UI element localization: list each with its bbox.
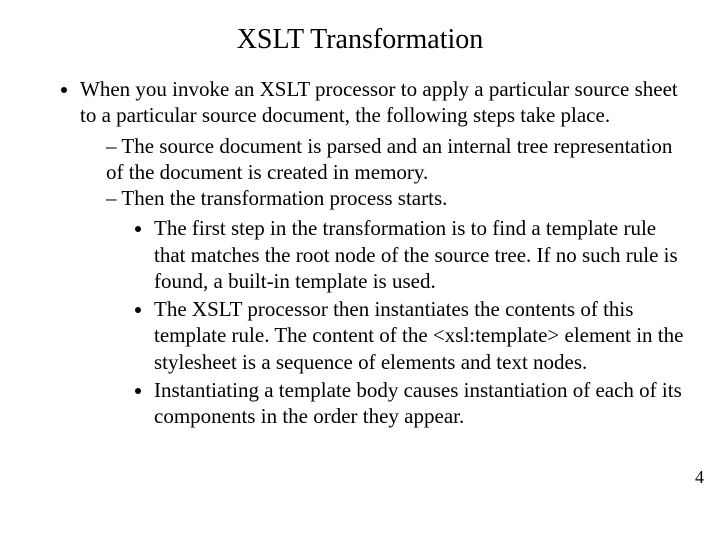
- bullet-text: The XSLT processor then instantiates the…: [154, 297, 683, 374]
- bullet-text: When you invoke an XSLT processor to app…: [80, 77, 678, 127]
- bullet-item: When you invoke an XSLT processor to app…: [80, 76, 684, 429]
- bullet-item: Then the transformation process starts. …: [106, 185, 684, 429]
- bullet-text: The source document is parsed and an int…: [106, 134, 672, 184]
- bullet-text: Instantiating a template body causes ins…: [154, 378, 682, 428]
- bullet-item: The source document is parsed and an int…: [106, 133, 684, 186]
- slide-title: XSLT Transformation: [36, 24, 684, 56]
- bullet-item: The XSLT processor then instantiates the…: [154, 296, 684, 375]
- bullet-text: Then the transformation process starts.: [121, 186, 447, 210]
- bullet-list: When you invoke an XSLT processor to app…: [36, 76, 684, 429]
- slide: XSLT Transformation When you invoke an X…: [0, 0, 720, 540]
- bullet-subsublist: The first step in the transformation is …: [106, 215, 684, 429]
- bullet-item: The first step in the transformation is …: [154, 215, 684, 294]
- bullet-text: The first step in the transformation is …: [154, 216, 678, 293]
- page-number: 4: [695, 467, 704, 488]
- bullet-item: Instantiating a template body causes ins…: [154, 377, 684, 430]
- bullet-sublist: The source document is parsed and an int…: [80, 133, 684, 430]
